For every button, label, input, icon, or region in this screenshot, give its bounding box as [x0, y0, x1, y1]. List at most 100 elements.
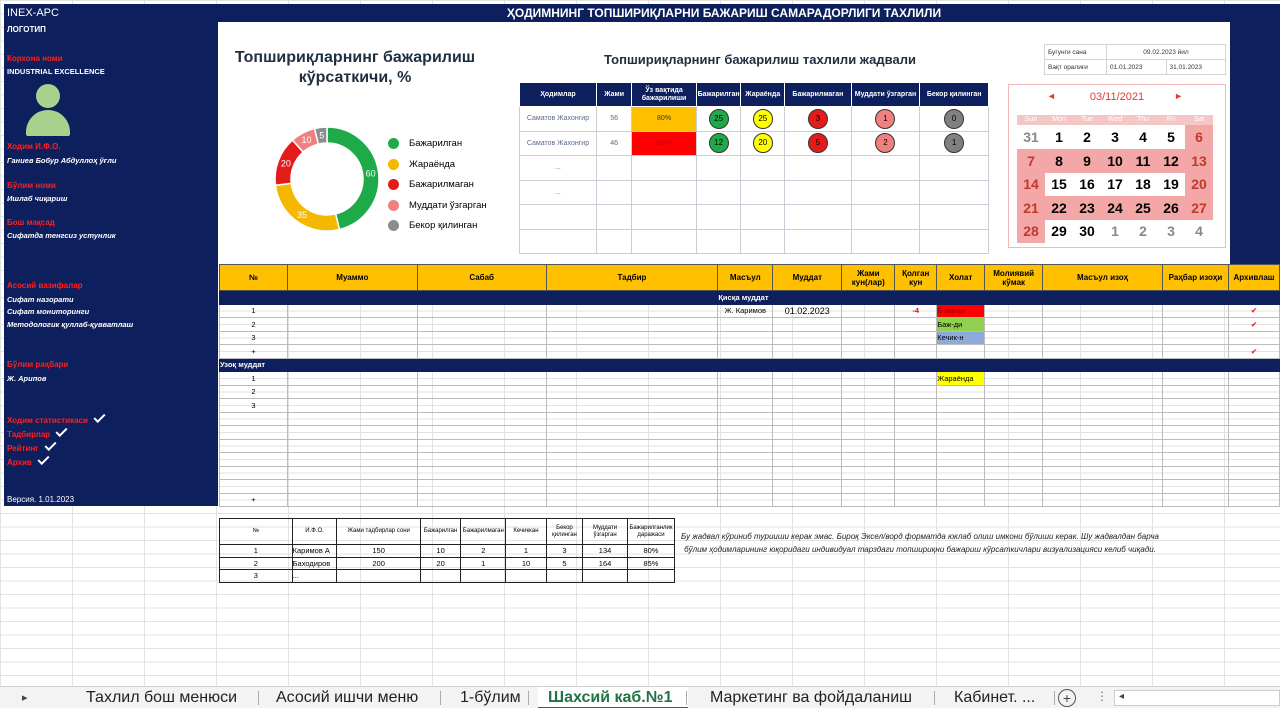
grid-cell[interactable]	[717, 398, 774, 413]
grid-cell[interactable]: 1	[219, 303, 288, 318]
grid-cell[interactable]	[984, 330, 1044, 345]
grid-cell[interactable]	[717, 384, 774, 399]
stat-cell[interactable]: 1	[460, 556, 507, 570]
grid-cell[interactable]	[772, 452, 843, 467]
grid-cell[interactable]	[416, 330, 547, 345]
calendar-day[interactable]: 6	[1185, 125, 1213, 149]
prev-month-button[interactable]: ◄	[1047, 91, 1056, 101]
stat-cell[interactable]	[505, 569, 547, 583]
archive-check-icon[interactable]: ✔	[1227, 317, 1280, 332]
grid-cell[interactable]	[218, 290, 719, 305]
calendar-day[interactable]: 28	[1017, 219, 1045, 243]
grid-cell[interactable]	[936, 465, 986, 480]
grid-cell[interactable]	[1162, 344, 1229, 359]
grid-cell[interactable]	[1042, 452, 1163, 467]
grid-cell[interactable]	[984, 344, 1044, 359]
status-cell[interactable]: Баж-ди	[936, 317, 986, 332]
calendar-day[interactable]: 23	[1073, 195, 1101, 220]
stat-cell[interactable]: 1	[219, 544, 293, 558]
period-to[interactable]: 31.01.2023	[1165, 59, 1226, 75]
grid-cell[interactable]	[545, 330, 719, 345]
grid-cell[interactable]	[416, 384, 547, 399]
grid-cell[interactable]	[841, 438, 896, 453]
grid-cell[interactable]	[717, 438, 774, 453]
grid-cell[interactable]	[416, 492, 547, 507]
grid-cell[interactable]	[1227, 465, 1280, 480]
calendar-day[interactable]: 13	[1185, 148, 1213, 173]
grid-cell[interactable]	[772, 398, 843, 413]
link-archive[interactable]: Архив	[7, 452, 50, 467]
grid-cell[interactable]	[1162, 398, 1229, 413]
grid-cell[interactable]	[1042, 492, 1163, 507]
grid-cell[interactable]	[772, 425, 843, 440]
days-left-cell[interactable]: -4	[894, 303, 938, 318]
grid-cell[interactable]: 2	[219, 384, 288, 399]
grid-cell[interactable]	[545, 465, 719, 480]
grid-cell[interactable]	[894, 371, 938, 386]
more-options-icon[interactable]: ⋮	[1096, 689, 1108, 703]
grid-cell[interactable]	[286, 438, 418, 453]
grid-cell[interactable]	[545, 344, 719, 359]
stat-cell[interactable]	[336, 569, 421, 583]
stat-cell[interactable]: 134	[582, 544, 628, 558]
grid-cell[interactable]	[416, 452, 547, 467]
grid-cell[interactable]	[894, 425, 938, 440]
grid-cell[interactable]	[717, 479, 774, 494]
grid-cell[interactable]: 3	[219, 330, 288, 345]
grid-cell[interactable]	[717, 371, 774, 386]
responsible-cell[interactable]: Ж. Каримов	[717, 303, 774, 318]
period-from[interactable]: 01.01.2023	[1106, 59, 1167, 75]
grid-cell[interactable]	[1227, 452, 1280, 467]
grid-cell[interactable]	[286, 330, 418, 345]
calendar-day[interactable]: 4	[1129, 125, 1157, 149]
grid-cell[interactable]	[1162, 371, 1229, 386]
grid-cell[interactable]	[1042, 344, 1163, 359]
grid-cell[interactable]	[841, 344, 896, 359]
stat-cell[interactable]	[460, 569, 507, 583]
grid-cell[interactable]	[286, 384, 418, 399]
status-cell[interactable]: Жараёнда	[936, 371, 986, 386]
grid-cell[interactable]	[894, 438, 938, 453]
grid-cell[interactable]	[286, 371, 418, 386]
grid-cell[interactable]	[841, 371, 896, 386]
grid-cell[interactable]	[286, 317, 418, 332]
calendar-day[interactable]: 2	[1129, 219, 1157, 243]
calendar-day[interactable]: 19	[1157, 172, 1185, 196]
grid-cell[interactable]	[772, 344, 843, 359]
add-sheet-icon[interactable]: +	[1058, 689, 1076, 707]
calendar-day[interactable]: 4	[1185, 219, 1213, 243]
grid-cell[interactable]	[894, 452, 938, 467]
link-employee-stats[interactable]: Ходим статистикаси	[7, 410, 106, 425]
calendar-day[interactable]: 3	[1101, 125, 1129, 149]
grid-cell[interactable]	[984, 438, 1044, 453]
grid-cell[interactable]: 1	[219, 371, 288, 386]
grid-cell[interactable]	[772, 492, 843, 507]
grid-cell[interactable]: 2	[219, 317, 288, 332]
grid-cell[interactable]	[545, 317, 719, 332]
grid-cell[interactable]	[1162, 411, 1229, 426]
grid-cell[interactable]	[416, 411, 547, 426]
grid-cell[interactable]	[717, 317, 774, 332]
next-month-button[interactable]: ►	[1174, 91, 1183, 101]
grid-cell[interactable]	[1162, 465, 1229, 480]
stat-cell[interactable]	[626, 569, 676, 583]
grid-cell[interactable]	[1162, 425, 1229, 440]
stat-cell[interactable]: 2	[219, 556, 293, 570]
grid-cell[interactable]	[984, 465, 1044, 480]
stat-cell[interactable]: 3	[219, 569, 293, 583]
grid-cell[interactable]	[219, 479, 288, 494]
grid-cell[interactable]	[1162, 452, 1229, 467]
stat-cell[interactable]	[582, 569, 628, 583]
grid-cell[interactable]	[984, 411, 1044, 426]
grid-cell[interactable]	[286, 492, 418, 507]
grid-cell[interactable]	[984, 371, 1044, 386]
grid-cell[interactable]	[1162, 438, 1229, 453]
grid-cell[interactable]	[545, 479, 719, 494]
stat-cell[interactable]: 20	[419, 556, 462, 570]
stat-cell[interactable]: 3	[545, 544, 584, 558]
stat-cell[interactable]: Каримов А	[291, 544, 338, 558]
calendar-day[interactable]: 2	[1073, 125, 1101, 149]
grid-cell[interactable]	[717, 330, 774, 345]
status-cell[interactable]: Б-маган	[936, 303, 986, 318]
grid-cell[interactable]	[772, 411, 843, 426]
